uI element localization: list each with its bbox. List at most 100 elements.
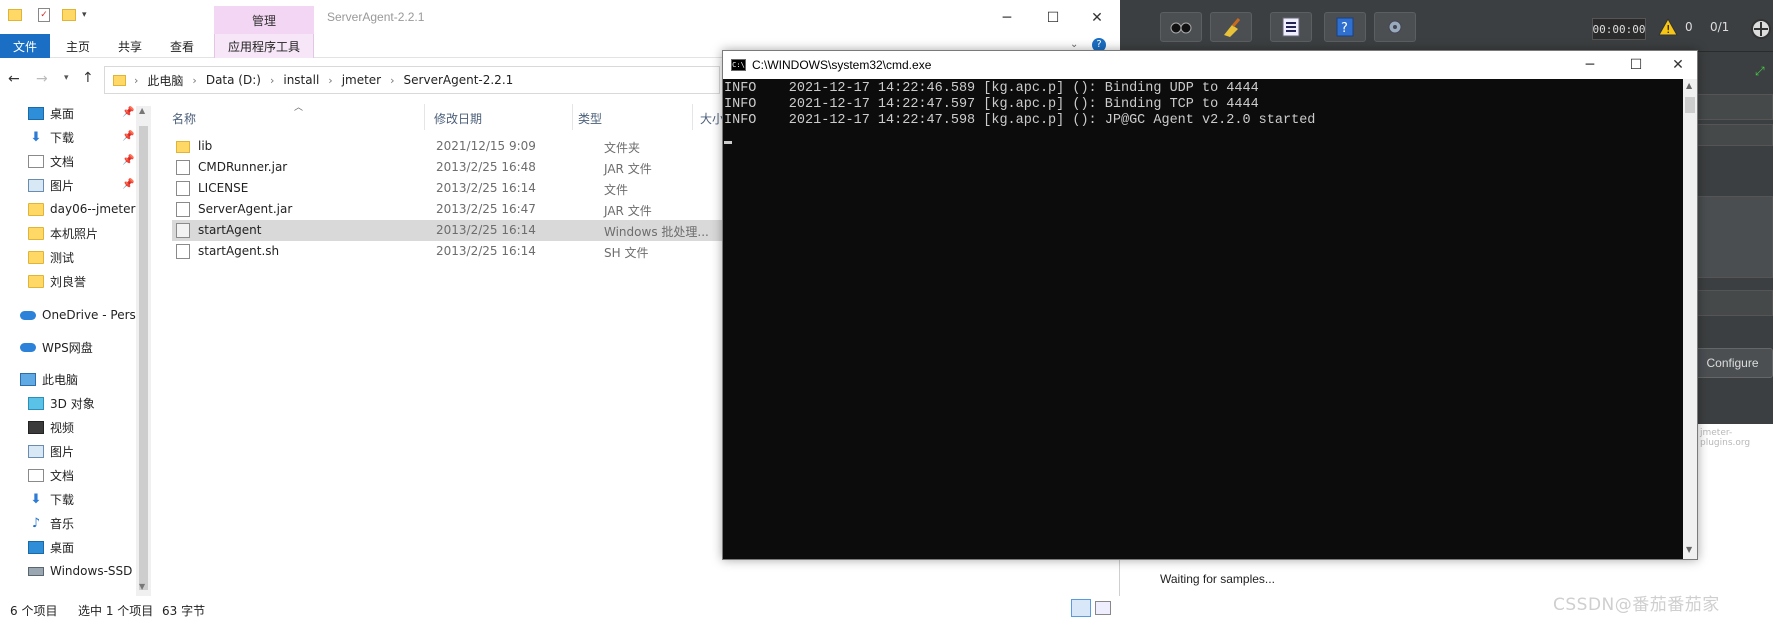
broom-icon[interactable] bbox=[1210, 12, 1252, 42]
nav-item-desktop[interactable]: 桌面 bbox=[28, 536, 74, 558]
file-icon bbox=[176, 160, 190, 175]
nav-item-this-pc[interactable]: 此电脑 bbox=[20, 368, 78, 390]
close-icon[interactable]: ✕ bbox=[1082, 8, 1112, 28]
nav-item-drive[interactable]: Windows-SSD bbox=[28, 560, 132, 582]
breadcrumb-item[interactable]: 此电脑 bbox=[147, 72, 183, 89]
jmeter-table[interactable] bbox=[1696, 196, 1773, 278]
csdn-watermark: CSSDN@番茄番茄家 bbox=[1553, 595, 1720, 615]
nav-item-wps[interactable]: WPS网盘 bbox=[20, 336, 93, 358]
folder-icon bbox=[176, 141, 190, 153]
file-row[interactable]: CMDRunner.jar 2013/2/25 16:48 JAR 文件 bbox=[172, 157, 724, 178]
view-toggle bbox=[1071, 597, 1117, 619]
folder-icon bbox=[28, 202, 44, 216]
up-icon[interactable]: ↑ bbox=[82, 70, 94, 86]
file-row[interactable]: startAgent.sh 2013/2/25 16:14 SH 文件 bbox=[172, 241, 724, 262]
settings-icon[interactable] bbox=[1374, 12, 1416, 42]
help-icon[interactable]: ? bbox=[1324, 12, 1366, 42]
forward-icon[interactable]: → bbox=[36, 71, 48, 87]
nav-item-folder[interactable]: 测试 bbox=[28, 246, 74, 268]
file-icon bbox=[176, 202, 190, 217]
binoculars-icon[interactable] bbox=[1160, 12, 1202, 42]
scroll-up-icon[interactable]: ▲ bbox=[1686, 81, 1692, 90]
nav-scrollbar-thumb[interactable] bbox=[139, 126, 148, 590]
tab-home[interactable]: 主页 bbox=[62, 34, 94, 58]
breadcrumb-item[interactable]: jmeter bbox=[342, 73, 381, 87]
scroll-up-icon[interactable]: ▲ bbox=[139, 106, 145, 115]
expand-icon[interactable]: ⤢ bbox=[1755, 64, 1765, 79]
folder-icon bbox=[28, 250, 44, 264]
close-icon[interactable]: ✕ bbox=[1663, 55, 1693, 75]
svg-text:?: ? bbox=[1341, 21, 1348, 36]
file-row[interactable]: ServerAgent.jar 2013/2/25 16:47 JAR 文件 bbox=[172, 199, 724, 220]
console-scrollbar-thumb[interactable] bbox=[1685, 97, 1695, 113]
tab-file[interactable]: 文件 bbox=[0, 34, 50, 58]
customize-toolbar-icon[interactable]: ▾ bbox=[82, 10, 87, 20]
breadcrumb-item[interactable]: ServerAgent-2.2.1 bbox=[404, 73, 514, 87]
desktop-icon bbox=[28, 106, 44, 120]
nav-item-folder[interactable]: day06--jmeter bbox=[28, 198, 135, 220]
large-icons-view-icon[interactable] bbox=[1095, 601, 1111, 615]
jmeter-field[interactable] bbox=[1696, 124, 1773, 146]
file-row[interactable]: LICENSE 2013/2/25 16:14 文件 bbox=[172, 178, 724, 199]
console-output[interactable]: INFO 2021-12-17 14:22:46.589 [kg.apc.p] … bbox=[723, 79, 1683, 559]
maximize-icon[interactable]: ☐ bbox=[1038, 8, 1068, 28]
nav-item-music[interactable]: ♪ 音乐 bbox=[28, 512, 74, 534]
nav-item-pictures[interactable]: 图片 bbox=[28, 174, 74, 196]
file-row-selected[interactable]: startAgent 2013/2/25 16:14 Windows 批处理..… bbox=[172, 220, 724, 241]
file-row[interactable]: lib 2021/12/15 9:09 文件夹 bbox=[172, 136, 724, 157]
jmeter-field[interactable] bbox=[1696, 94, 1773, 120]
nav-item-documents[interactable]: 文档 bbox=[28, 150, 74, 172]
desktop-icon bbox=[28, 540, 44, 554]
tab-application-tools[interactable]: 应用程序工具 bbox=[214, 34, 314, 58]
scroll-down-icon[interactable]: ▼ bbox=[1686, 545, 1692, 554]
nav-item-documents[interactable]: 文档 bbox=[28, 464, 74, 486]
file-list: ︿ 名称 修改日期 类型 大小 lib 2021/12/15 9:09 文件夹 … bbox=[156, 100, 724, 590]
jmeter-field[interactable] bbox=[1696, 290, 1773, 316]
cloud-icon bbox=[20, 310, 36, 320]
minimize-icon[interactable]: ─ bbox=[1575, 55, 1605, 75]
remote-icon[interactable] bbox=[1750, 18, 1772, 43]
column-header-date[interactable]: 修改日期 bbox=[434, 110, 482, 127]
details-view-icon[interactable] bbox=[1071, 599, 1091, 617]
pin-icon: 📌 bbox=[122, 107, 135, 118]
nav-item-desktop[interactable]: 桌面 bbox=[28, 102, 74, 124]
cube-icon bbox=[28, 396, 44, 410]
properties-icon[interactable]: ✓ bbox=[38, 8, 50, 22]
nav-item-videos[interactable]: 视频 bbox=[28, 416, 74, 438]
column-header-name[interactable]: 名称 bbox=[172, 110, 196, 127]
minimize-icon[interactable]: ─ bbox=[992, 8, 1022, 28]
nav-item-3d-objects[interactable]: 3D 对象 bbox=[28, 392, 95, 414]
list-icon[interactable] bbox=[1270, 12, 1312, 42]
nav-item-downloads[interactable]: ⬇ 下载 bbox=[28, 126, 74, 148]
tab-share[interactable]: 共享 bbox=[114, 34, 146, 58]
console-scrollbar[interactable] bbox=[1683, 79, 1697, 559]
nav-item-downloads[interactable]: ⬇ 下载 bbox=[28, 488, 74, 510]
console-line: INFO 2021-12-17 14:22:46.589 [kg.apc.p] … bbox=[724, 81, 1259, 96]
music-icon: ♪ bbox=[31, 515, 41, 531]
sort-ascending-icon: ︿ bbox=[294, 103, 304, 113]
breadcrumb-item[interactable]: install bbox=[283, 73, 319, 87]
tab-view[interactable]: 查看 bbox=[166, 34, 198, 58]
maximize-icon[interactable]: ☐ bbox=[1621, 55, 1651, 75]
breadcrumb-item[interactable]: Data (D:) bbox=[206, 73, 261, 87]
batch-file-icon bbox=[176, 223, 190, 238]
back-icon[interactable]: ← bbox=[8, 71, 20, 87]
column-header-type[interactable]: 类型 bbox=[578, 110, 602, 127]
nav-item-pictures[interactable]: 图片 bbox=[28, 440, 74, 462]
address-bar[interactable]: › 此电脑 › Data (D:) › install › jmeter › S… bbox=[104, 66, 720, 94]
configure-button[interactable]: Configure bbox=[1692, 348, 1773, 378]
scroll-down-icon[interactable]: ▼ bbox=[139, 582, 145, 591]
collapse-ribbon-icon[interactable]: ⌄ bbox=[1070, 39, 1078, 50]
item-count: 6 个项目 bbox=[10, 604, 58, 618]
warning-count: 0 bbox=[1685, 20, 1693, 34]
nav-item-folder[interactable]: 刘良誉 bbox=[28, 270, 86, 292]
manage-context-tab[interactable]: 管理 bbox=[214, 6, 314, 34]
video-icon bbox=[28, 420, 44, 434]
new-folder-icon[interactable] bbox=[62, 9, 76, 21]
recent-locations-icon[interactable]: ▾ bbox=[64, 73, 69, 83]
nav-item-folder[interactable]: 本机照片 bbox=[28, 222, 98, 244]
nav-item-onedrive[interactable]: OneDrive - Perso bbox=[20, 304, 143, 326]
column-header-size[interactable]: 大小 bbox=[700, 110, 724, 127]
console-icon: C:\ bbox=[731, 59, 746, 71]
window-title: ServerAgent-2.2.1 bbox=[327, 10, 425, 24]
